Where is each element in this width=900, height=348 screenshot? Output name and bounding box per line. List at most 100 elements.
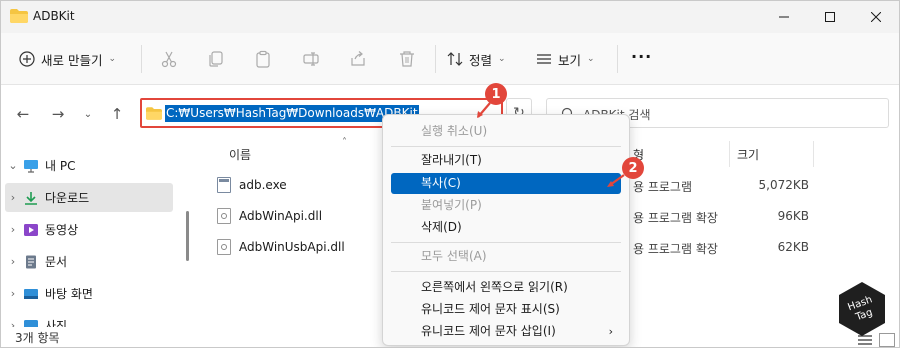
file-row[interactable]: AdbWinUsbApi.dll <box>217 234 345 260</box>
menu-item-copy[interactable]: 복사(C) <box>391 173 621 194</box>
column-divider[interactable] <box>813 141 814 167</box>
navigation-pane: ⌄ 내 PC › 다운로드 › 동영상 › 문서 › 바탕 화면 › 사진 <box>1 141 181 333</box>
sidebar-item-videos[interactable]: › 동영상 <box>5 215 173 244</box>
menu-item-insert-unicode[interactable]: 유니코드 제어 문자 삽입(I) › <box>391 321 621 342</box>
rename-icon <box>303 52 319 66</box>
more-options-button[interactable]: ··· <box>631 47 652 66</box>
item-count: 3개 항목 <box>15 331 60 345</box>
rename-button[interactable] <box>299 47 323 71</box>
column-header-name[interactable]: 이름 <box>229 141 251 167</box>
dll-file-icon <box>217 208 231 224</box>
view-list-icon <box>537 54 551 64</box>
minimize-icon <box>779 16 789 18</box>
video-icon <box>24 223 38 236</box>
file-size: 5,072KB <box>758 178 809 192</box>
menu-item-label: 잘라내기(T) <box>421 153 482 167</box>
chevron-right-icon[interactable]: › <box>5 287 21 300</box>
details-view-icon[interactable] <box>857 333 873 347</box>
command-bar: 새로 만들기 ⌄ 정렬 ⌄ 보기 ⌄ ··· <box>1 33 899 85</box>
close-button[interactable] <box>853 1 899 33</box>
menu-item-label: 삭제(D) <box>421 220 462 234</box>
chevron-down-icon[interactable]: ⌄ <box>5 159 21 172</box>
pointer-arrow-icon <box>607 174 625 187</box>
menu-item-select-all[interactable]: 모두 선택(A) <box>391 246 621 267</box>
chevron-right-icon[interactable]: › <box>5 223 21 236</box>
chevron-right-icon[interactable]: › <box>5 255 21 268</box>
trash-icon <box>400 51 414 67</box>
file-name: AdbWinUsbApi.dll <box>239 240 345 254</box>
view-button[interactable]: 보기 ⌄ <box>536 45 595 73</box>
file-type: 용 프로그램 <box>633 180 693 194</box>
file-name: adb.exe <box>239 178 287 192</box>
tiles-view-icon[interactable] <box>879 333 895 347</box>
sort-icon <box>447 52 463 66</box>
cut-button[interactable] <box>157 47 181 71</box>
clipboard-icon <box>256 50 270 68</box>
file-row[interactable]: AdbWinApi.dll <box>217 203 322 229</box>
file-row[interactable]: adb.exe <box>217 172 287 198</box>
minimize-button[interactable] <box>761 1 807 33</box>
chevron-down-icon: ⌄ <box>498 54 506 64</box>
sort-label: 정렬 <box>469 52 493 68</box>
file-type: 용 프로그램 확장 <box>633 242 718 256</box>
menu-item-label: 유니코드 제어 문자 표시(S) <box>421 302 560 316</box>
menu-item-paste[interactable]: 붙여넣기(P) <box>391 195 621 216</box>
sidebar-item-documents[interactable]: › 문서 <box>5 247 173 276</box>
sidebar-item-label: 바탕 화면 <box>45 287 93 301</box>
copy-button[interactable] <box>204 47 228 71</box>
menu-divider <box>391 242 621 243</box>
pointer-arrow-icon <box>477 102 491 118</box>
column-header-size[interactable]: 크기 <box>737 141 759 167</box>
sidebar-item-desktop[interactable]: › 바탕 화면 <box>5 279 173 308</box>
new-button[interactable]: 새로 만들기 ⌄ <box>13 45 122 73</box>
recent-locations-button[interactable]: ⌄ <box>78 104 98 124</box>
monitor-icon <box>24 159 38 173</box>
toolbar-divider <box>141 45 142 73</box>
up-button[interactable]: ↑ <box>107 104 127 124</box>
sort-button[interactable]: 정렬 ⌄ <box>447 45 506 73</box>
maximize-button[interactable] <box>807 1 853 33</box>
file-size: 96KB <box>777 209 809 223</box>
maximize-icon <box>825 12 835 22</box>
explorer-window: ADBKit 새로 만들기 ⌄ 정렬 ⌄ 보기 ⌄ ··· ← → ⌄ ↑ C:… <box>0 0 900 348</box>
menu-item-delete[interactable]: 삭제(D) <box>391 217 621 238</box>
sidebar-scrollbar[interactable] <box>186 211 189 261</box>
chevron-down-icon: ⌄ <box>587 54 595 64</box>
arrow-up-icon: ↑ <box>110 105 124 123</box>
menu-item-rtl-reading[interactable]: 오른쪽에서 왼쪽으로 읽기(R) <box>391 277 621 298</box>
chevron-right-icon[interactable]: › <box>5 191 21 204</box>
menu-item-label: 오른쪽에서 왼쪽으로 읽기(R) <box>421 280 568 294</box>
sidebar-item-this-pc[interactable]: ⌄ 내 PC <box>5 151 173 180</box>
desktop-icon <box>24 288 38 299</box>
chevron-down-icon: ⌄ <box>83 108 93 120</box>
back-button[interactable]: ← <box>13 104 33 124</box>
sidebar-item-label: 다운로드 <box>45 191 90 205</box>
sidebar-item-label: 동영상 <box>45 223 79 237</box>
menu-item-cut[interactable]: 잘라내기(T) <box>391 150 621 171</box>
plus-circle-icon <box>19 51 35 67</box>
menu-item-label: 붙여넣기(P) <box>421 198 482 212</box>
download-icon <box>25 191 37 205</box>
file-type: 용 프로그램 확장 <box>633 211 718 225</box>
document-icon <box>26 255 36 268</box>
file-name: AdbWinApi.dll <box>239 209 323 223</box>
copy-icon <box>209 51 223 67</box>
window-title: ADBKit <box>33 9 75 23</box>
column-header-label: 이름 <box>229 147 252 162</box>
executable-icon <box>217 177 231 193</box>
column-divider[interactable] <box>729 141 730 167</box>
dll-file-icon <box>217 239 231 255</box>
menu-item-label: 유니코드 제어 문자 삽입(I) <box>421 324 556 338</box>
share-button[interactable] <box>346 47 370 71</box>
paste-button[interactable] <box>251 47 275 71</box>
delete-button[interactable] <box>395 47 419 71</box>
arrow-left-icon: ← <box>16 105 30 123</box>
arrow-right-icon: → <box>51 105 65 123</box>
menu-item-undo[interactable]: 실행 취소(U) <box>391 121 621 142</box>
sidebar-item-downloads[interactable]: › 다운로드 <box>5 183 173 212</box>
menu-item-show-unicode[interactable]: 유니코드 제어 문자 표시(S) <box>391 299 621 320</box>
share-icon <box>351 51 365 66</box>
address-path[interactable]: C:₩Users₩HashTag₩Downloads₩ADBKit <box>165 105 419 122</box>
forward-button[interactable]: → <box>48 104 68 124</box>
menu-item-label: 실행 취소(U) <box>421 124 488 138</box>
